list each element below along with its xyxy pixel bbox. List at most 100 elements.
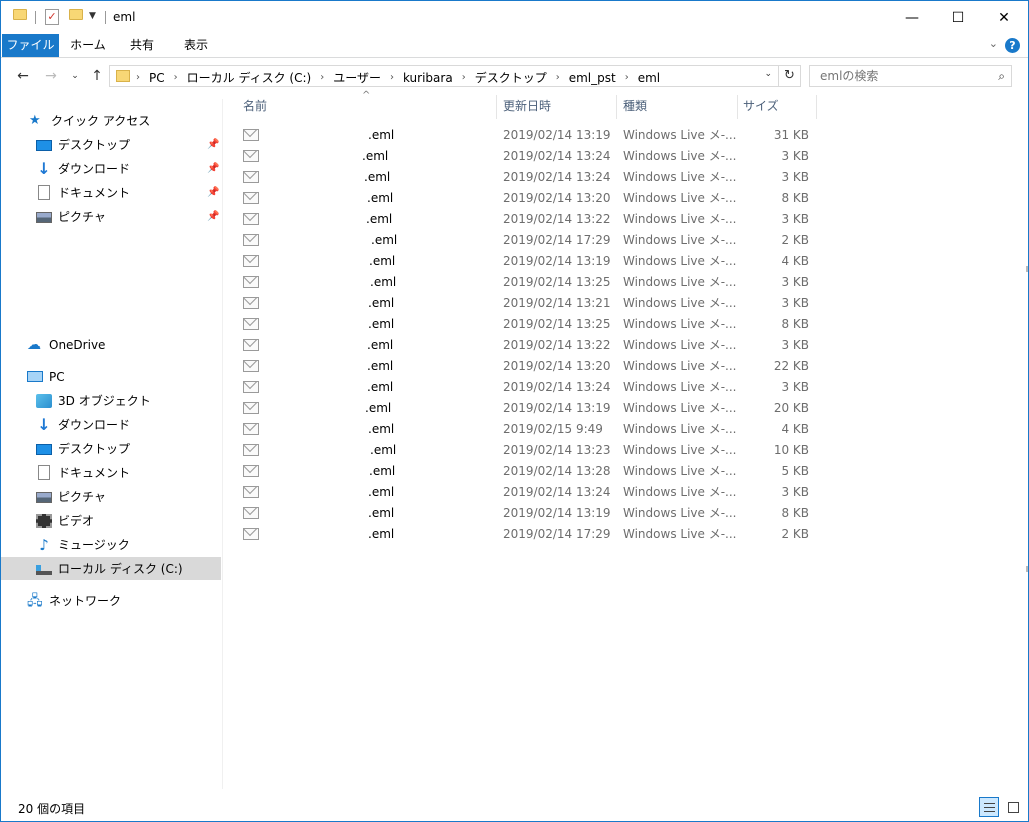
network-icon: 🖧 (27, 592, 43, 609)
table-row[interactable]: .eml 2019/02/14 13:24 Windows Live メ-... 3 … (225, 482, 825, 503)
table-row[interactable]: .eml 2019/02/14 13:19 Windows Live メ-... 31… (225, 125, 825, 146)
details-view-button[interactable] (979, 797, 999, 817)
back-button[interactable]: ← (13, 66, 33, 86)
chevron-right-icon[interactable]: › (174, 72, 178, 83)
customize-toolbar-dropdown-icon[interactable]: ▼ (89, 11, 96, 21)
table-row[interactable]: .eml 2019/02/14 13:20 Windows Live メ-... 22… (225, 356, 825, 377)
pin-icon[interactable]: 📌 (207, 139, 219, 150)
status-bar: 20 個の項目 (1, 796, 1028, 821)
tab-view[interactable]: 表示 (171, 34, 221, 57)
scrollbar-marker (1026, 266, 1028, 272)
breadcrumb-eml[interactable]: eml (638, 71, 660, 85)
help-icon[interactable]: ? (1005, 38, 1020, 53)
chevron-right-icon[interactable]: › (390, 72, 394, 83)
properties-icon[interactable]: ✓ (45, 9, 59, 25)
file-date: 2019/02/14 13:21 (503, 296, 611, 310)
chevron-right-icon[interactable]: › (320, 72, 324, 83)
table-row[interactable]: .eml 2019/02/14 13:20 Windows Live メ-... 8 … (225, 188, 825, 209)
file-date: 2019/02/14 13:22 (503, 212, 611, 226)
table-row[interactable]: .eml 2019/02/14 13:22 Windows Live メ-... 3 … (225, 209, 825, 230)
table-row[interactable]: .eml 2019/02/14 13:19 Windows Live メ-... 8 … (225, 503, 825, 524)
pictures-icon (36, 492, 52, 503)
breadcrumb-local-disk[interactable]: ローカル ディスク (C:) (187, 69, 312, 86)
chevron-right-icon[interactable]: › (556, 72, 560, 83)
breadcrumb-users[interactable]: ユーザー (333, 69, 381, 86)
3d-objects-icon (36, 393, 52, 408)
address-dropdown-icon[interactable]: ⌄ (764, 69, 772, 79)
nav-pc[interactable]: PC (1, 365, 221, 388)
nav-quick-pictures[interactable]: ピクチャ 📌 (1, 205, 221, 228)
pin-icon[interactable]: 📌 (207, 211, 219, 222)
nav-network[interactable]: 🖧 ネットワーク (1, 589, 221, 612)
table-row[interactable]: .eml 2019/02/14 13:21 Windows Live メ-... 3 … (225, 293, 825, 314)
nav-local-disk[interactable]: ローカル ディスク (C:) (1, 557, 221, 580)
nav-3d-objects[interactable]: 3D オブジェクト (1, 389, 221, 412)
breadcrumb-eml-pst[interactable]: eml_pst (569, 71, 616, 85)
nav-videos[interactable]: ビデオ (1, 509, 221, 532)
table-row[interactable]: .eml 2019/02/14 13:24 Windows Live メ-... 3 … (225, 146, 825, 167)
search-box[interactable]: ⌕ (809, 65, 1012, 87)
file-type: Windows Live メ-... (623, 359, 737, 373)
file-date: 2019/02/14 13:22 (503, 338, 611, 352)
table-row[interactable]: .eml 2019/02/14 13:22 Windows Live メ-... 3 … (225, 335, 825, 356)
pin-icon[interactable]: 📌 (207, 187, 219, 198)
recent-locations-dropdown-icon[interactable]: ⌄ (65, 66, 85, 86)
folder-icon (116, 70, 130, 82)
table-row[interactable]: .eml 2019/02/14 13:25 Windows Live メ-... 3 … (225, 272, 825, 293)
column-header-name[interactable]: 名前 (237, 91, 497, 121)
table-row[interactable]: .eml 2019/02/14 13:24 Windows Live メ-... 3 … (225, 377, 825, 398)
chevron-right-icon[interactable]: › (625, 72, 629, 83)
file-name: .eml (371, 233, 398, 247)
column-header-date[interactable]: 更新日時 (497, 91, 616, 121)
table-row[interactable]: .eml 2019/02/14 13:19 Windows Live メ-... 4 … (225, 251, 825, 272)
column-divider[interactable] (816, 95, 817, 119)
table-row[interactable]: .eml 2019/02/14 17:29 Windows Live メ-... 2 … (225, 524, 825, 545)
chevron-right-icon[interactable]: › (136, 72, 140, 83)
mail-icon (243, 297, 259, 309)
nav-pictures[interactable]: ピクチャ (1, 485, 221, 508)
forward-button[interactable]: → (41, 66, 61, 86)
chevron-right-icon[interactable]: › (462, 72, 466, 83)
column-header-size[interactable]: サイズ (737, 91, 816, 121)
minimize-button[interactable]: — (889, 1, 935, 34)
tab-file[interactable]: ファイル (2, 34, 59, 57)
breadcrumb-pc[interactable]: PC (149, 71, 165, 85)
search-input[interactable] (810, 66, 990, 86)
file-type: Windows Live メ-... (623, 170, 737, 184)
file-size: 3 KB (781, 296, 809, 310)
nav-quick-desktop[interactable]: デスクトップ 📌 (1, 133, 221, 156)
up-button[interactable]: ↑ (87, 66, 107, 86)
breadcrumb-kuribara[interactable]: kuribara (403, 71, 453, 85)
nav-onedrive[interactable]: ☁ OneDrive (1, 333, 221, 356)
nav-desktop[interactable]: デスクトップ (1, 437, 221, 460)
table-row[interactable]: .eml 2019/02/15 9:49 Windows Live メ-... 4 K… (225, 419, 825, 440)
table-row[interactable]: .eml 2019/02/14 13:28 Windows Live メ-... 5 … (225, 461, 825, 482)
search-icon[interactable]: ⌕ (998, 69, 1005, 84)
close-button[interactable]: ✕ (981, 1, 1027, 34)
tab-share[interactable]: 共有 (117, 34, 167, 57)
navigation-pane: ★ クイック アクセス デスクトップ 📌 ↓ ダウンロード 📌 ドキュメント 📌… (1, 99, 223, 789)
refresh-button[interactable]: ↻ (779, 65, 801, 87)
breadcrumb-desktop[interactable]: デスクトップ (475, 69, 547, 86)
nav-music[interactable]: ♪ ミュージック (1, 533, 221, 556)
expand-ribbon-icon[interactable]: ⌄ (989, 37, 998, 50)
table-row[interactable]: .eml 2019/02/14 17:29 Windows Live メ-... 2 … (225, 230, 825, 251)
table-row[interactable]: .eml 2019/02/14 13:25 Windows Live メ-... 8 … (225, 314, 825, 335)
column-header-type[interactable]: 種類 (617, 91, 737, 121)
address-bar[interactable]: › PC › ローカル ディスク (C:) › ユーザー › kuribara … (109, 65, 779, 87)
table-row[interactable]: .eml 2019/02/14 13:23 Windows Live メ-... 10… (225, 440, 825, 461)
nav-quick-documents[interactable]: ドキュメント 📌 (1, 181, 221, 204)
mail-icon (243, 381, 259, 393)
maximize-button[interactable]: ☐ (935, 1, 981, 34)
file-date: 2019/02/14 13:25 (503, 317, 611, 331)
tab-home[interactable]: ホーム (63, 34, 113, 57)
table-row[interactable]: .eml 2019/02/14 13:24 Windows Live メ-... 3 … (225, 167, 825, 188)
large-icons-view-button[interactable] (1003, 797, 1023, 817)
nav-downloads[interactable]: ↓ ダウンロード (1, 413, 221, 436)
new-folder-icon[interactable] (69, 9, 83, 20)
pin-icon[interactable]: 📌 (207, 163, 219, 174)
table-row[interactable]: .eml 2019/02/14 13:19 Windows Live メ-... 20… (225, 398, 825, 419)
nav-quick-access[interactable]: ★ クイック アクセス (1, 109, 221, 132)
nav-quick-downloads[interactable]: ↓ ダウンロード 📌 (1, 157, 221, 180)
nav-documents[interactable]: ドキュメント (1, 461, 221, 484)
